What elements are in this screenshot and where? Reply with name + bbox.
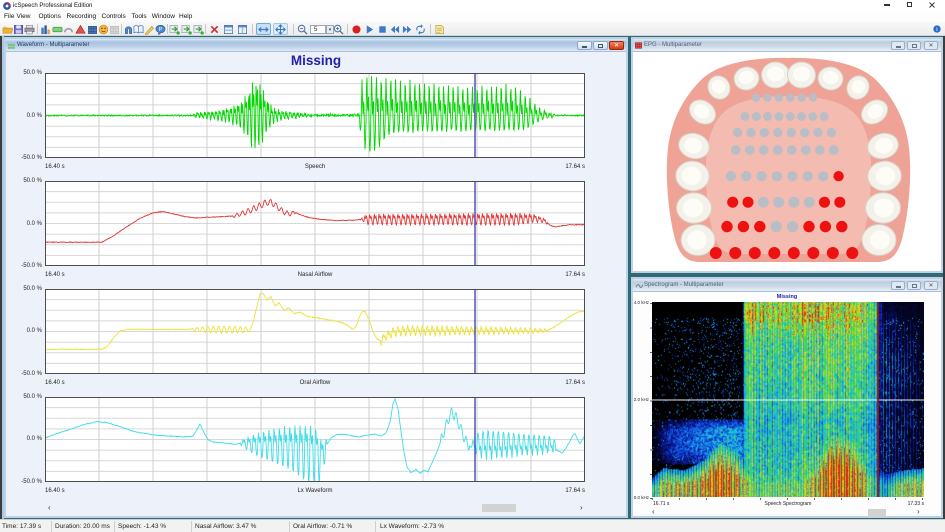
svg-text:P: P <box>159 26 163 32</box>
